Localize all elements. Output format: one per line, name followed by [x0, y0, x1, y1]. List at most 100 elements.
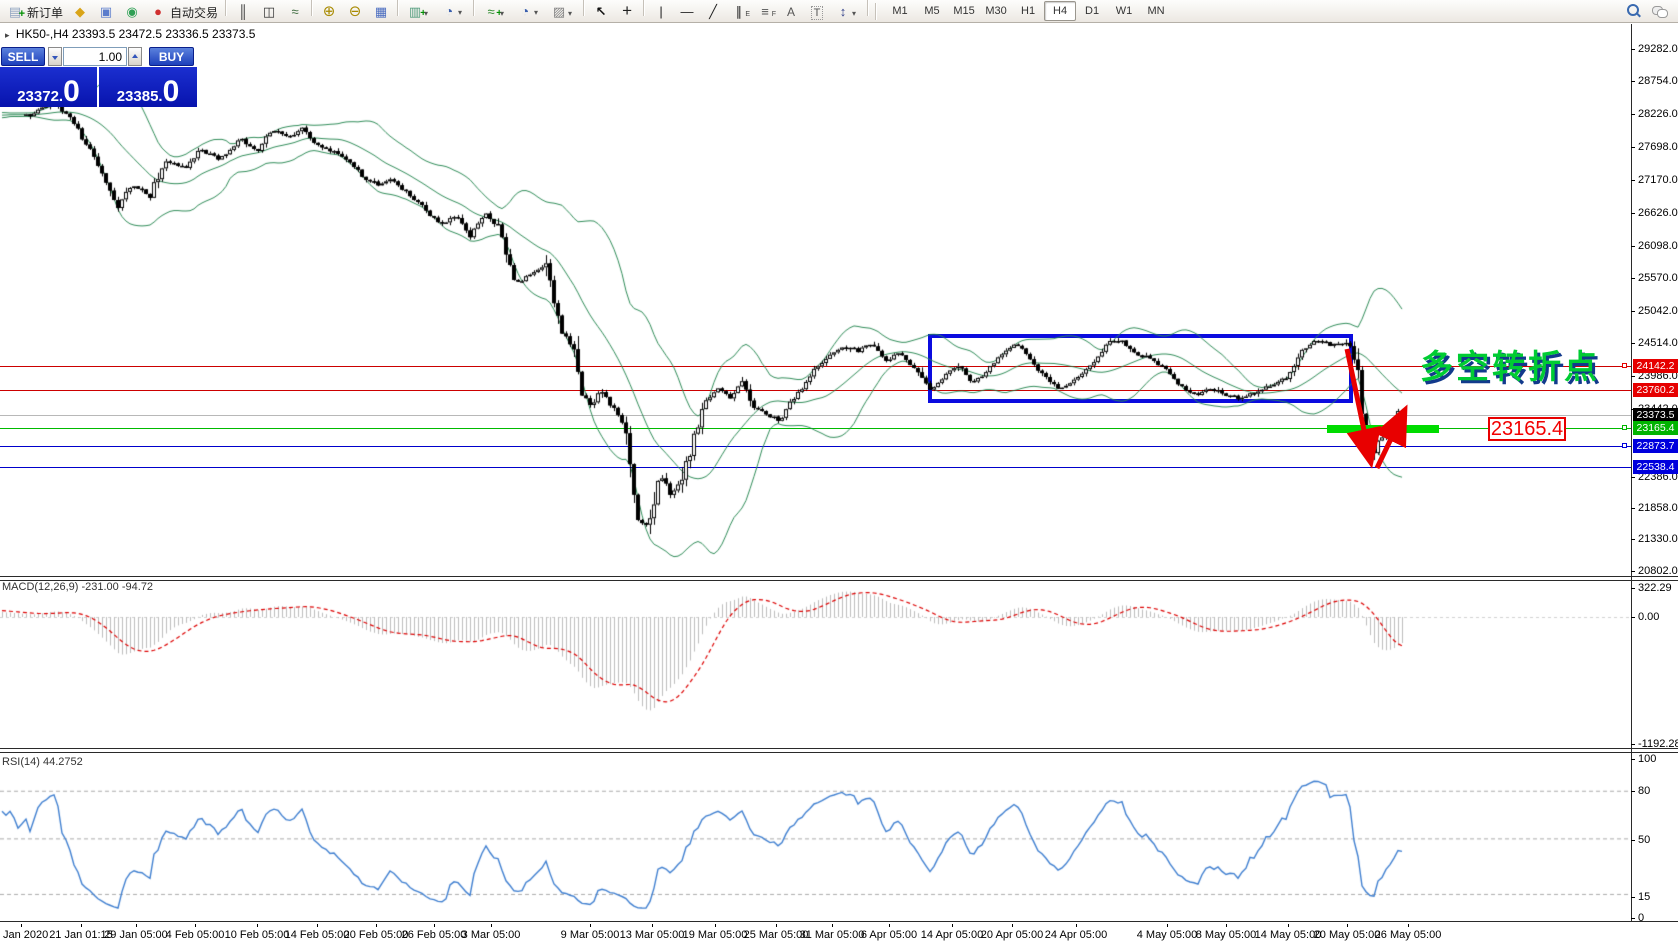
- cursor-icon: [592, 3, 610, 21]
- time-tick-label: 19 Mar 05:00: [682, 929, 748, 941]
- profiles-button[interactable]: [436, 0, 470, 22]
- periods-button[interactable]: [512, 0, 546, 22]
- rsi-label: RSI(14) 44.2752: [2, 756, 83, 768]
- new-order-label: 新订单: [27, 5, 64, 20]
- crosshair-button[interactable]: [614, 1, 640, 23]
- buy-button[interactable]: BUY: [149, 47, 194, 66]
- tile-windows-button[interactable]: [368, 1, 394, 23]
- chat-button[interactable]: [1646, 0, 1672, 22]
- rsi-tick-label: 100: [1638, 753, 1657, 765]
- timeframe-mn[interactable]: MN: [1140, 1, 1172, 21]
- autotrade-icon: [149, 3, 167, 21]
- timeframe-m5[interactable]: M5: [916, 1, 948, 21]
- pane-separator-macd[interactable]: [0, 576, 1678, 581]
- time-tick-label: 3 Mar 05:00: [461, 929, 521, 941]
- line-anchor-marker[interactable]: [1622, 363, 1627, 368]
- line-anchor-marker[interactable]: [1622, 443, 1627, 448]
- text-t-icon: [808, 3, 826, 21]
- timeframe-h4[interactable]: H4: [1044, 1, 1077, 21]
- macd-tick-label: -1192.28: [1638, 738, 1678, 750]
- price-tick-label: 27698.0: [1638, 141, 1678, 153]
- sell-price-box[interactable]: 23372. 0: [0, 67, 97, 107]
- buy-price-big: 0: [162, 75, 180, 108]
- time-tick-mark: [1347, 924, 1348, 927]
- market-watch-button[interactable]: [93, 1, 119, 23]
- timeframe-m15[interactable]: M15: [948, 1, 980, 21]
- text-label-button[interactable]: [804, 1, 830, 23]
- price-callout-box[interactable]: 23165.4: [1488, 417, 1566, 441]
- search-button[interactable]: [1620, 0, 1646, 22]
- sell-arrow-annotation[interactable]: [1344, 348, 1382, 469]
- time-tick-label: 10 Feb 05:00: [224, 929, 290, 941]
- toolbox-button[interactable]: [67, 1, 93, 23]
- fibonacci-button[interactable]: [752, 1, 778, 24]
- toolbar-right: [1620, 0, 1672, 22]
- line-chart-button[interactable]: [282, 1, 308, 23]
- cursor-button[interactable]: [588, 1, 614, 23]
- new-chart-button[interactable]: [402, 1, 436, 23]
- price-tick-mark: [1631, 571, 1635, 572]
- rebound-arrow-annotation[interactable]: [1374, 404, 1408, 470]
- chart-ohlc-header: ▸ HK50-,H4 23393.5 23472.5 23336.5 23373…: [5, 27, 255, 41]
- fibo-icon: [756, 3, 776, 24]
- time-tick-label: 20 May 05:00: [1313, 929, 1381, 941]
- vertical-line-button[interactable]: [648, 1, 674, 23]
- timeframe-h1[interactable]: H1: [1012, 1, 1044, 21]
- chart-window[interactable]: 多空转折点 23165.4 ▸ HK50-,H4 23393.5 23472.5…: [0, 24, 1678, 946]
- turning-point-annotation[interactable]: 多空转折点: [1420, 340, 1600, 388]
- price-tick-mark: [1631, 539, 1635, 540]
- candlestick-chart-button[interactable]: [256, 1, 282, 23]
- new-order-button[interactable]: 新订单: [2, 1, 67, 23]
- volume-decrease-button[interactable]: [48, 47, 62, 66]
- timeframe-w1[interactable]: W1: [1108, 1, 1140, 21]
- time-tick-mark: [590, 924, 591, 927]
- signals-button[interactable]: [119, 1, 145, 23]
- volume-increase-button[interactable]: [128, 47, 142, 66]
- price-tick-label: 24514.0: [1638, 337, 1678, 349]
- price-tick-mark: [1631, 81, 1635, 82]
- dropdown-caret-icon: [458, 2, 466, 20]
- toolbar-separator: [583, 0, 586, 16]
- equidistant-channel-button[interactable]: [726, 1, 752, 24]
- macd-tick-mark: [1631, 617, 1635, 618]
- macd-label: MACD(12,26,9) -231.00 -94.72: [2, 581, 154, 593]
- templates-button[interactable]: [546, 1, 580, 23]
- buy-price-box[interactable]: 23385. 0: [99, 67, 197, 107]
- timeframe-m30[interactable]: M30: [980, 1, 1012, 21]
- price-tick-mark: [1631, 343, 1635, 344]
- zoom-in-button[interactable]: [316, 1, 342, 23]
- trendline-icon: [704, 3, 722, 21]
- toolbar-separator: [867, 0, 870, 16]
- time-tick-mark: [136, 924, 137, 927]
- arrow-objects-button[interactable]: [830, 1, 864, 23]
- indicators-button[interactable]: [478, 1, 512, 23]
- indicators-icon: [482, 3, 502, 23]
- text-button[interactable]: [778, 1, 804, 23]
- price-tick-mark: [1631, 376, 1635, 377]
- line-anchor-marker[interactable]: [1622, 425, 1627, 430]
- horizontal-line-button[interactable]: [674, 1, 700, 23]
- new-order-icon: [6, 3, 25, 23]
- crosshair-icon: [618, 3, 636, 21]
- timeframe-m1[interactable]: M1: [884, 1, 916, 21]
- price-tick-label: 26098.0: [1638, 240, 1678, 252]
- rsi-tick-mark: [1631, 897, 1635, 898]
- timeframe-d1[interactable]: D1: [1076, 1, 1108, 21]
- buy-price-small: 23385.: [116, 88, 163, 105]
- bar-chart-button[interactable]: [230, 1, 256, 23]
- volume-input[interactable]: [63, 47, 127, 66]
- price-tick-label: 25042.0: [1638, 305, 1678, 317]
- symbol-period-label: HK50-,H4: [15, 27, 69, 41]
- dropdown-caret-icon: [568, 3, 576, 21]
- sell-button[interactable]: SELL: [1, 47, 45, 66]
- zoom-out-button[interactable]: [342, 1, 368, 23]
- toolbar-separator: [397, 0, 400, 16]
- vline-icon: [652, 3, 670, 21]
- pane-separator-rsi[interactable]: [0, 748, 1678, 753]
- trendline-button[interactable]: [700, 1, 726, 23]
- time-axis[interactable]: 5 Jan 202021 Jan 01:1529 Jan 05:004 Feb …: [0, 924, 1678, 946]
- time-tick-mark: [1012, 924, 1013, 927]
- new-chart-icon: [406, 3, 426, 23]
- dropdown-caret-icon: [534, 2, 542, 20]
- autotrading-button[interactable]: 自动交易: [145, 1, 222, 23]
